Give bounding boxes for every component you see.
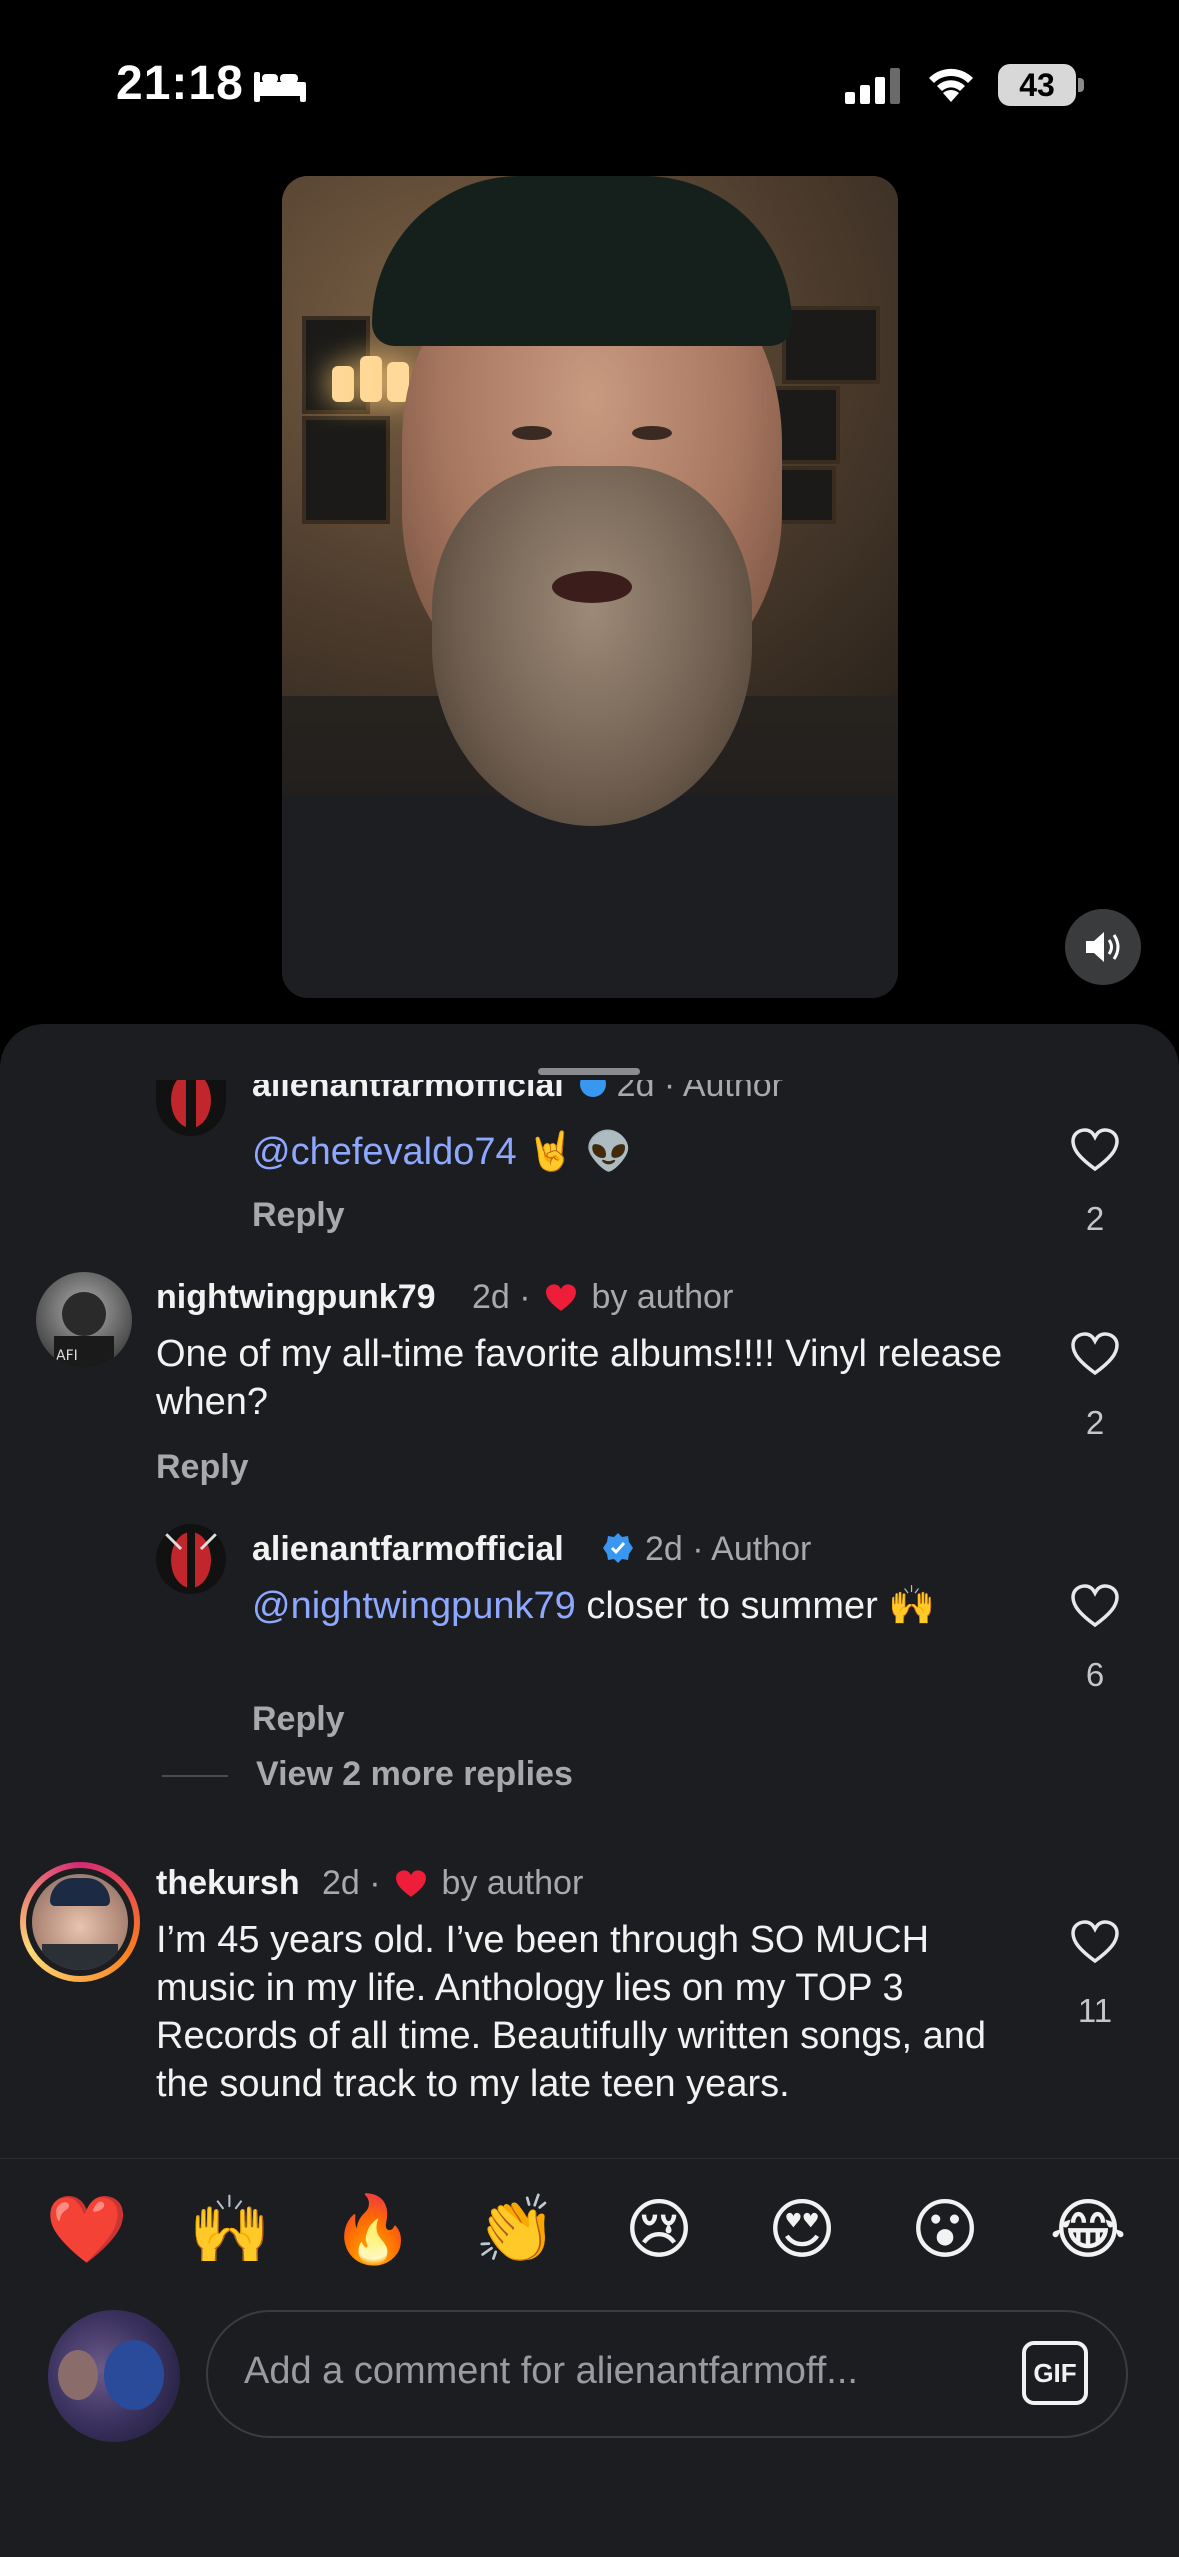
reaction-laughing[interactable]: 😂 xyxy=(1038,2195,1138,2265)
heart-outline-icon[interactable] xyxy=(1070,1920,1120,1969)
liked-by-author-label: by author xyxy=(441,1864,584,1902)
video-player[interactable] xyxy=(282,176,898,998)
red-heart-icon xyxy=(544,1283,578,1322)
sound-toggle-button[interactable] xyxy=(1065,909,1141,985)
signal-icon xyxy=(845,68,905,109)
red-heart-icon xyxy=(394,1869,428,1908)
svg-text:AFI: AFI xyxy=(56,1348,78,1364)
shirt xyxy=(282,796,898,998)
wall-frame xyxy=(302,416,390,524)
comment-meta: 2d · by author xyxy=(472,1278,733,1322)
mention-link[interactable]: @chefevaldo74 xyxy=(252,1131,517,1173)
comment-text: I’m 45 years old. I’ve been through SO M… xyxy=(156,1919,987,2105)
comment-username[interactable]: thekursh xyxy=(156,1864,300,1903)
comment-body: closer to summer 🙌 xyxy=(586,1585,936,1627)
mention-link[interactable]: @nightwingpunk79 xyxy=(252,1585,576,1627)
heart-outline-icon[interactable] xyxy=(1070,1584,1120,1633)
gif-icon[interactable]: GIF xyxy=(1022,2341,1088,2405)
like-count: 11 xyxy=(1077,1992,1113,2029)
reaction-fire[interactable]: 🔥 xyxy=(323,2195,423,2265)
reaction-crying[interactable]: 😢 xyxy=(609,2195,709,2265)
sheet-drag-handle[interactable] xyxy=(538,1068,640,1075)
wall-frame xyxy=(772,386,840,464)
comment-meta: 2d · Author xyxy=(616,1080,783,1104)
comment-time: 2d · xyxy=(472,1278,531,1316)
speaker-icon xyxy=(1086,932,1120,962)
bed-icon xyxy=(252,68,308,109)
avatar[interactable]: AFI xyxy=(36,1272,132,1368)
comment-text: One of my all-time favorite albums!!!! V… xyxy=(156,1333,1003,1423)
reaction-clap[interactable]: 👏 xyxy=(466,2195,566,2265)
heart-outline-icon[interactable] xyxy=(1070,1332,1120,1381)
candle xyxy=(360,356,382,402)
liked-by-author-label: by author xyxy=(591,1278,734,1316)
eye xyxy=(632,426,672,440)
comment-username[interactable]: alienantfarmofficial xyxy=(252,1080,564,1104)
heart-outline-icon[interactable] xyxy=(1070,1128,1120,1177)
like-count: 2 xyxy=(1085,1200,1105,1237)
comment-meta: 2d · by author xyxy=(322,1864,583,1908)
comment-username[interactable]: nightwingpunk79 xyxy=(156,1278,436,1317)
comment-input-placeholder: Add a comment for alienantfarmoff... xyxy=(244,2350,858,2392)
candle xyxy=(332,366,354,402)
comment-username[interactable]: alienantfarmofficial xyxy=(252,1530,564,1569)
reply-button[interactable]: Reply xyxy=(252,1700,345,1739)
reaction-heart-eyes[interactable]: 😍 xyxy=(752,2195,852,2265)
comment-time: 2d · xyxy=(322,1864,381,1902)
verified-badge-icon xyxy=(602,1532,634,1569)
avatar[interactable] xyxy=(156,1524,226,1594)
avatar-story-ring[interactable] xyxy=(20,1862,140,1982)
avatar xyxy=(32,1874,128,1970)
replies-divider xyxy=(162,1775,228,1777)
like-count: 6 xyxy=(1085,1656,1105,1693)
wall-frame xyxy=(782,306,880,384)
comment-text: @chefevaldo74 🤘 👽 xyxy=(252,1128,972,1176)
comment-body: 🤘 👽 xyxy=(527,1131,633,1173)
like-count: 2 xyxy=(1085,1404,1105,1441)
eye xyxy=(512,426,552,440)
battery-tip xyxy=(1078,78,1084,92)
reply-button[interactable]: Reply xyxy=(156,1448,249,1487)
beard xyxy=(432,466,752,826)
battery-indicator: 43 xyxy=(998,64,1076,106)
verified-badge-icon xyxy=(579,1080,607,1107)
comment-meta: 2d · Author xyxy=(645,1530,812,1568)
status-time: 21:18 xyxy=(116,57,244,110)
view-more-replies-button[interactable]: View 2 more replies xyxy=(256,1755,573,1794)
reply-button[interactable]: Reply xyxy=(252,1196,345,1235)
reaction-surprised[interactable]: 😮 xyxy=(895,2195,995,2265)
reaction-raised-hands[interactable]: 🙌 xyxy=(180,2195,280,2265)
reaction-heart[interactable]: ❤️ xyxy=(37,2195,137,2265)
wifi-icon xyxy=(925,64,977,109)
comment-text: @nightwingpunk79 closer to summer 🙌 xyxy=(252,1582,1012,1630)
current-user-avatar[interactable] xyxy=(48,2310,180,2442)
mouth xyxy=(552,571,632,603)
